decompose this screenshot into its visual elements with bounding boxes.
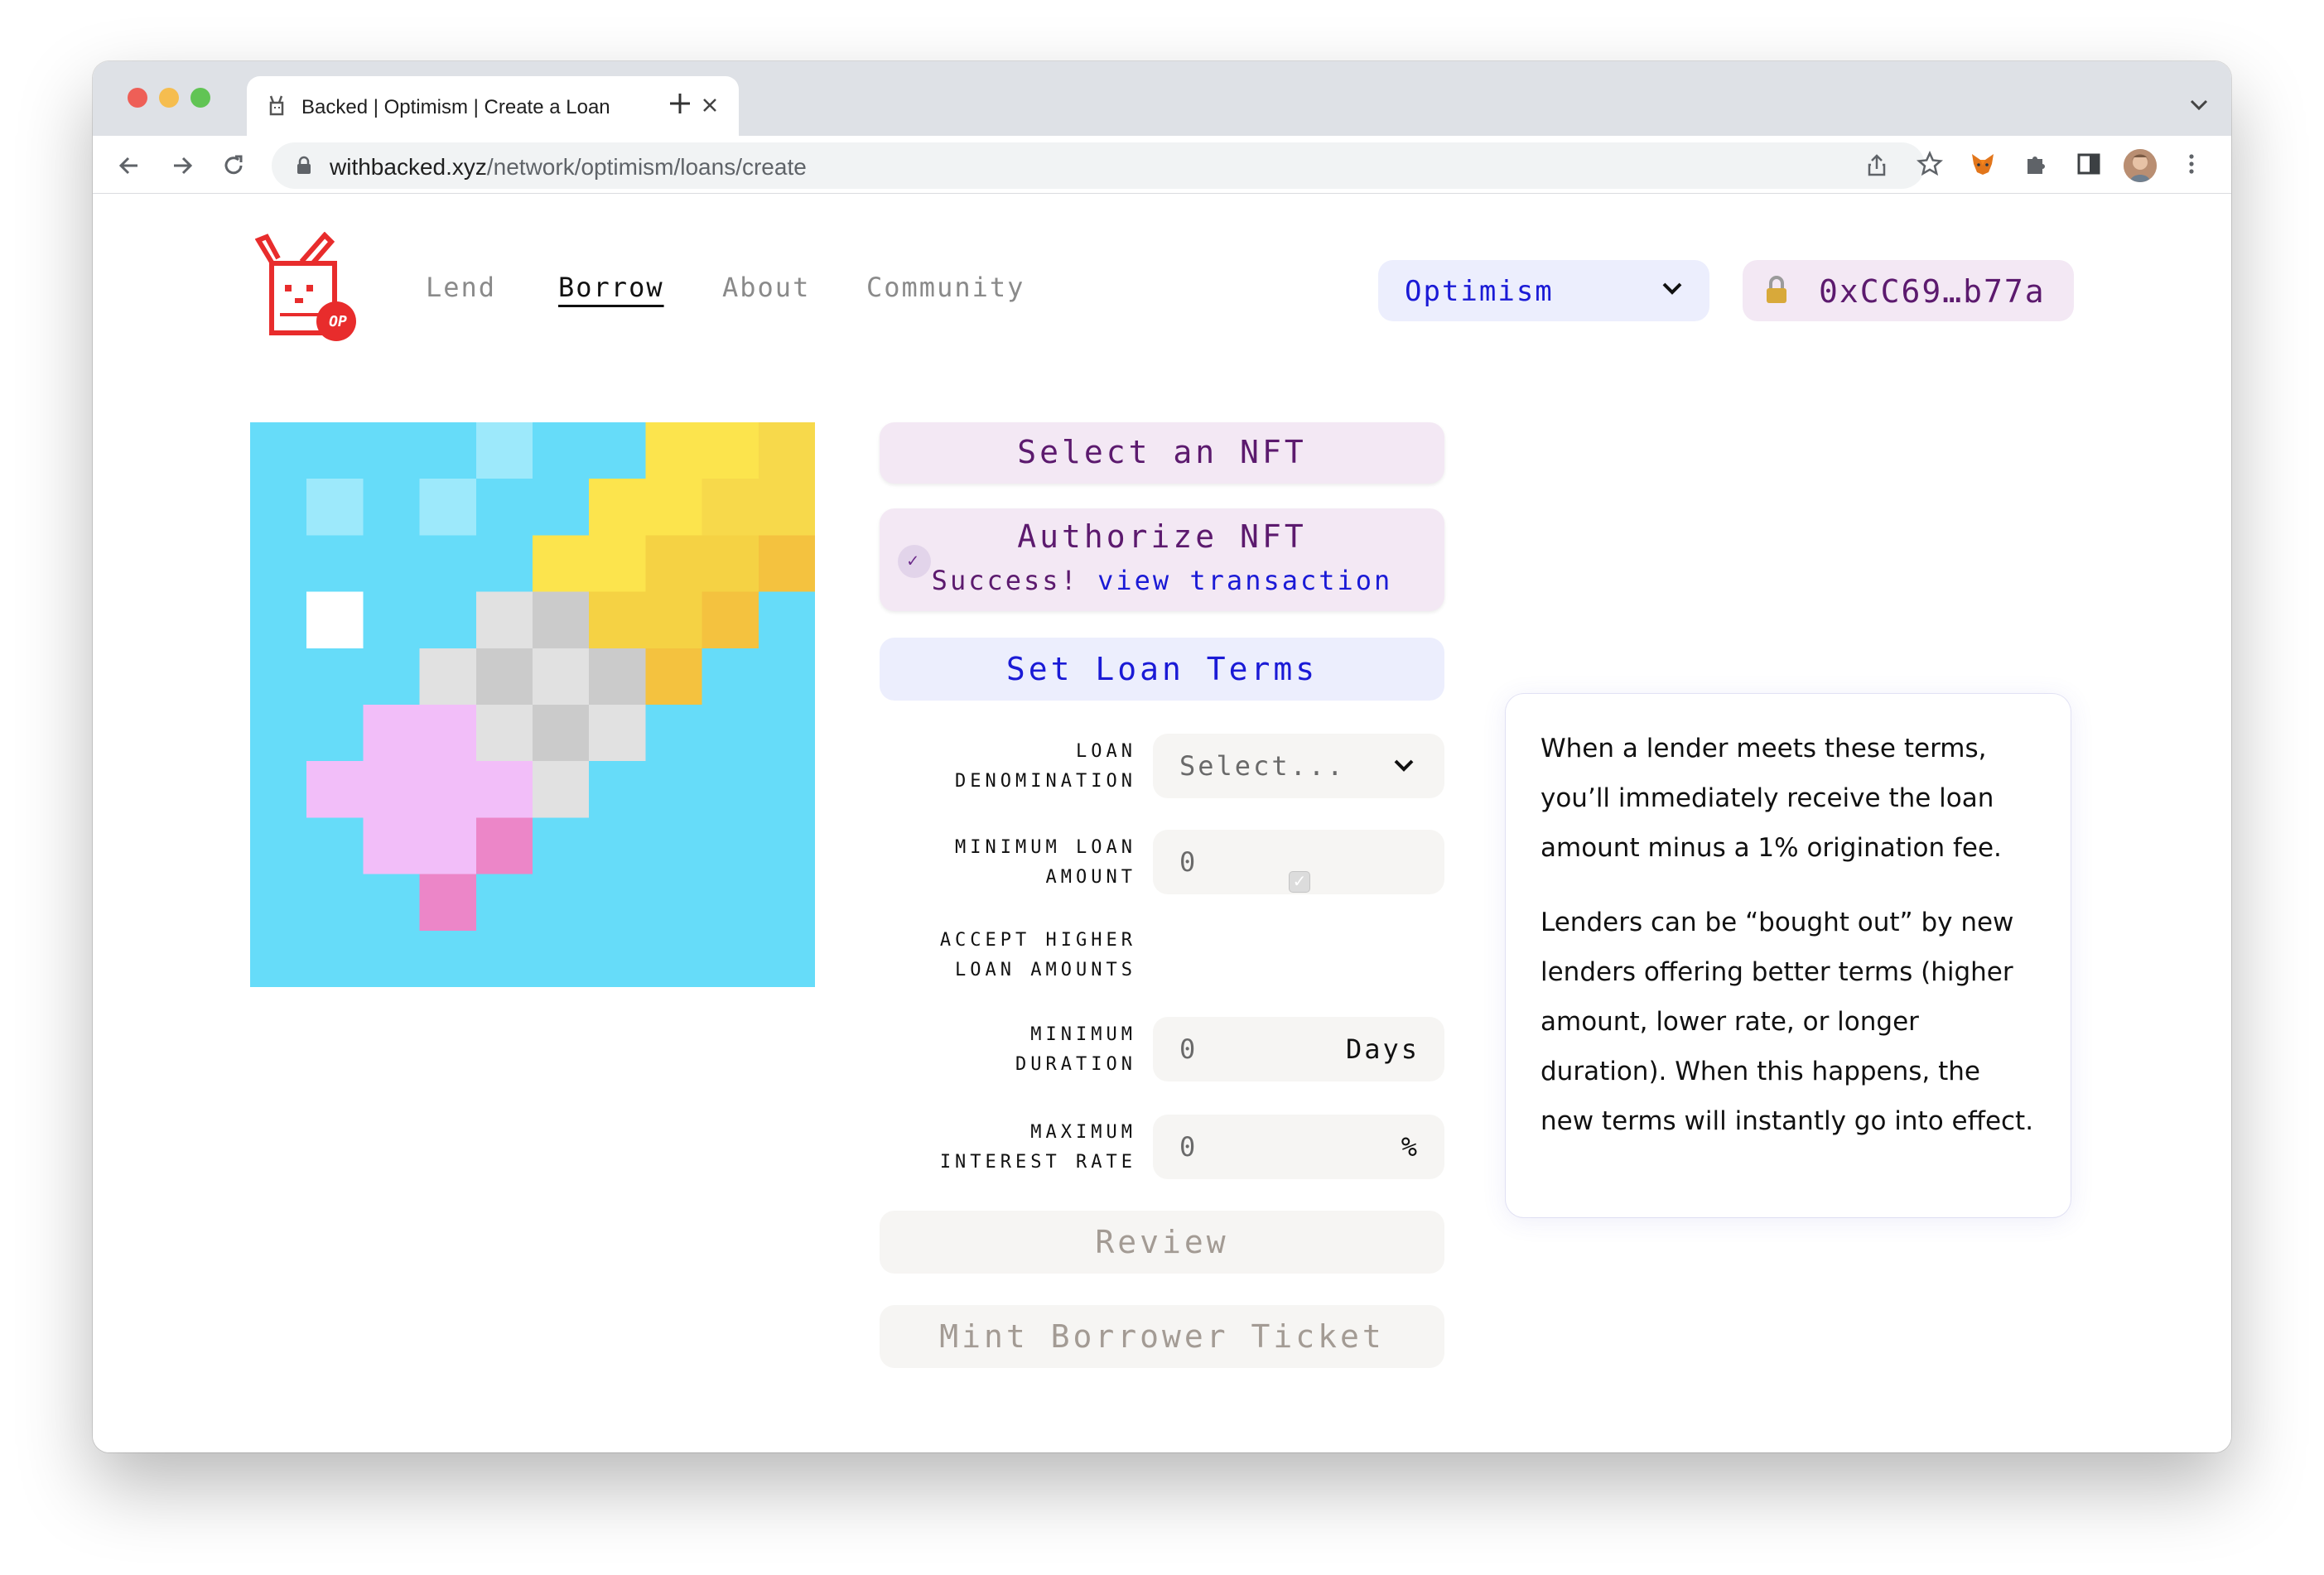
nft-image	[250, 422, 815, 987]
more-menu-icon[interactable]	[2178, 151, 2205, 177]
close-tab-icon[interactable]	[699, 94, 721, 116]
browser-toolbar: withbacked.xyz/network/optimism/loans/cr…	[93, 136, 2231, 194]
loan-terms-info-card: When a lender meets these terms, you’ll …	[1506, 694, 2071, 1217]
minimum-duration-input[interactable]: 0 Days	[1153, 1017, 1444, 1081]
browser-window: Backed | Optimism | Create a Loan withba…	[93, 61, 2231, 1452]
minimum-duration-value: 0	[1179, 1033, 1198, 1065]
maximum-interest-value: 0	[1179, 1131, 1198, 1163]
network-select-value: Optimism	[1405, 275, 1554, 308]
chevron-down-icon[interactable]	[2188, 98, 2210, 113]
nav-borrow[interactable]: Borrow	[558, 272, 664, 303]
info-paragraph-1: When a lender meets these terms, you’ll …	[1540, 734, 2002, 863]
forward-arrow-icon[interactable]	[169, 152, 195, 179]
minimize-window-button[interactable]	[159, 88, 179, 108]
chevron-down-icon	[1662, 282, 1682, 295]
authorize-nft-step: ✓ Authorize NFT Success! view transactio…	[880, 508, 1444, 611]
select-nft-label: Select an NFT	[1017, 434, 1307, 470]
back-arrow-icon[interactable]	[116, 152, 142, 179]
accept-higher-checkbox[interactable]: ✓	[1289, 871, 1310, 893]
address-bar[interactable]: withbacked.xyz/network/optimism/loans/cr…	[272, 142, 1925, 189]
nav-community[interactable]: Community	[866, 272, 1025, 303]
authorize-nft-label: Authorize NFT	[1017, 518, 1307, 555]
info-paragraph-2: Lenders can be “bought out” by new lende…	[1540, 908, 2034, 1136]
nav-lend[interactable]: Lend	[426, 272, 496, 303]
loan-denomination-value: Select...	[1179, 750, 1346, 782]
authorize-status-text: Success!	[931, 565, 1079, 596]
side-panel-icon[interactable]	[2076, 151, 2102, 177]
web-page: OP Lend Borrow About Community Optimism …	[93, 194, 2231, 1452]
padlock-icon	[1767, 276, 1786, 303]
profile-photo-icon	[2124, 149, 2157, 182]
accept-higher-label: ACCEPT HIGHER LOAN AMOUNTS	[939, 930, 1136, 980]
review-label: Review	[1095, 1224, 1229, 1260]
tab-bar: Backed | Optimism | Create a Loan	[93, 61, 2231, 136]
review-button[interactable]: Review	[880, 1211, 1444, 1274]
share-icon[interactable]	[1864, 152, 1890, 179]
view-transaction-link[interactable]: view transaction	[1097, 565, 1392, 596]
authorize-status: Success! view transaction	[880, 565, 1444, 596]
maximum-interest-unit: %	[1401, 1131, 1420, 1163]
browser-tab[interactable]: Backed | Optimism | Create a Loan	[247, 76, 739, 136]
mint-borrower-ticket-label: Mint Borrower Ticket	[939, 1318, 1385, 1355]
minimum-loan-amount-label: MINIMUM LOAN AMOUNT	[955, 837, 1136, 888]
set-loan-terms-label: Set Loan Terms	[1005, 651, 1319, 687]
maximize-window-button[interactable]	[190, 88, 210, 108]
bookmark-star-icon[interactable]	[1917, 151, 1943, 177]
close-window-button[interactable]	[128, 88, 147, 108]
extensions-puzzle-icon[interactable]	[2023, 151, 2049, 177]
backed-logo[interactable]: OP	[254, 231, 359, 346]
mint-borrower-ticket-button[interactable]: Mint Borrower Ticket	[880, 1305, 1444, 1368]
set-loan-terms-step[interactable]: Set Loan Terms	[880, 638, 1444, 701]
lock-icon[interactable]	[295, 156, 313, 176]
minimum-loan-amount-value: 0	[1179, 846, 1198, 878]
wallet-address: 0xCC69…b77a	[1819, 273, 2046, 310]
profile-avatar[interactable]	[2124, 149, 2157, 182]
metamask-fox-icon[interactable]	[1970, 151, 1996, 177]
rabbit-favicon-icon	[269, 95, 284, 116]
nav-about[interactable]: About	[722, 272, 810, 303]
new-tab-icon[interactable]	[668, 91, 692, 116]
loan-denomination-label: LOAN DENOMINATION	[955, 741, 1136, 792]
maximum-interest-input[interactable]: 0 %	[1153, 1115, 1444, 1179]
tab-title: Backed | Optimism | Create a Loan	[301, 96, 610, 118]
loan-denomination-select[interactable]: Select...	[1153, 734, 1444, 798]
network-select[interactable]: Optimism	[1378, 260, 1709, 321]
minimum-duration-label: MINIMUM DURATION	[1015, 1024, 1136, 1075]
reload-icon[interactable]	[220, 152, 247, 179]
chevron-down-icon	[1394, 759, 1414, 772]
url-text[interactable]: withbacked.xyz/network/optimism/loans/cr…	[330, 154, 807, 181]
minimum-duration-unit: Days	[1345, 1033, 1420, 1065]
maximum-interest-label: MAXIMUM INTEREST RATE	[939, 1122, 1136, 1173]
op-badge: OP	[329, 313, 347, 330]
wallet-button[interactable]: 0xCC69…b77a	[1743, 260, 2074, 321]
select-nft-button[interactable]: Select an NFT	[880, 422, 1444, 484]
